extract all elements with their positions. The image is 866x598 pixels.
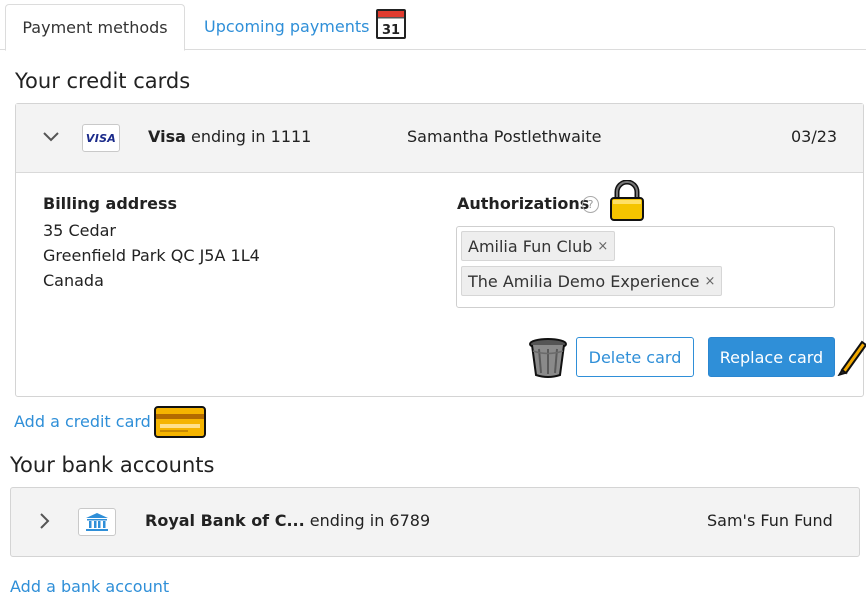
add-bank-account-link[interactable]: Add a bank account: [10, 577, 169, 596]
card-expiry: 03/23: [791, 127, 838, 146]
bank-icon: [78, 508, 116, 536]
credit-card-divider: [16, 172, 863, 173]
card-brand: Visa: [148, 127, 186, 146]
authorization-tag: Amilia Fun Club ×: [461, 231, 616, 261]
bank-accounts-heading: Your bank accounts: [10, 453, 215, 477]
billing-line-3: Canada: [43, 271, 104, 290]
calendar-day: 31: [382, 23, 400, 38]
billing-line-1: 35 Cedar: [43, 221, 116, 240]
bank-ending: ending in 6789: [309, 511, 431, 530]
chevron-down-icon[interactable]: [42, 129, 60, 148]
pencil-icon: [836, 336, 866, 380]
credit-card-icon: [154, 406, 206, 442]
calendar-icon: 31: [375, 8, 407, 40]
billing-line-2: Greenfield Park QC J5A 1L4: [43, 246, 260, 265]
authorizations-label: Authorizations: [457, 194, 590, 213]
add-credit-card-link[interactable]: Add a credit card: [14, 412, 151, 431]
tab-upcoming-payments[interactable]: Upcoming payments: [204, 17, 369, 36]
lock-icon: [608, 179, 646, 226]
tab-payment-methods[interactable]: Payment methods: [5, 4, 185, 51]
credit-cards-heading: Your credit cards: [15, 69, 191, 93]
tag-label: Amilia Fun Club: [468, 236, 593, 256]
authorizations-input[interactable]: Amilia Fun Club × The Amilia Demo Experi…: [456, 226, 835, 308]
trash-icon: [527, 337, 569, 383]
bank-name: Royal Bank of C...: [145, 511, 305, 530]
card-ending: ending in 1111: [191, 127, 312, 146]
replace-card-button[interactable]: Replace card: [708, 337, 835, 377]
authorization-tag: The Amilia Demo Experience ×: [461, 266, 723, 296]
card-title: Visa ending in 1111: [148, 127, 311, 146]
card-holder: Samantha Postlethwaite: [407, 127, 602, 146]
help-icon[interactable]: ?: [582, 196, 599, 213]
billing-address: 35 Cedar Greenfield Park QC J5A 1L4 Cana…: [43, 218, 260, 293]
chevron-right-icon[interactable]: [38, 512, 52, 534]
bank-title: Royal Bank of C... ending in 6789: [145, 511, 430, 530]
remove-tag-icon[interactable]: ×: [704, 274, 715, 289]
billing-address-label: Billing address: [43, 194, 178, 213]
remove-tag-icon[interactable]: ×: [597, 239, 608, 254]
tag-label: The Amilia Demo Experience: [468, 271, 700, 291]
visa-icon: VISA: [82, 124, 120, 152]
delete-card-button[interactable]: Delete card: [576, 337, 694, 377]
bank-nickname: Sam's Fun Fund: [707, 511, 833, 530]
